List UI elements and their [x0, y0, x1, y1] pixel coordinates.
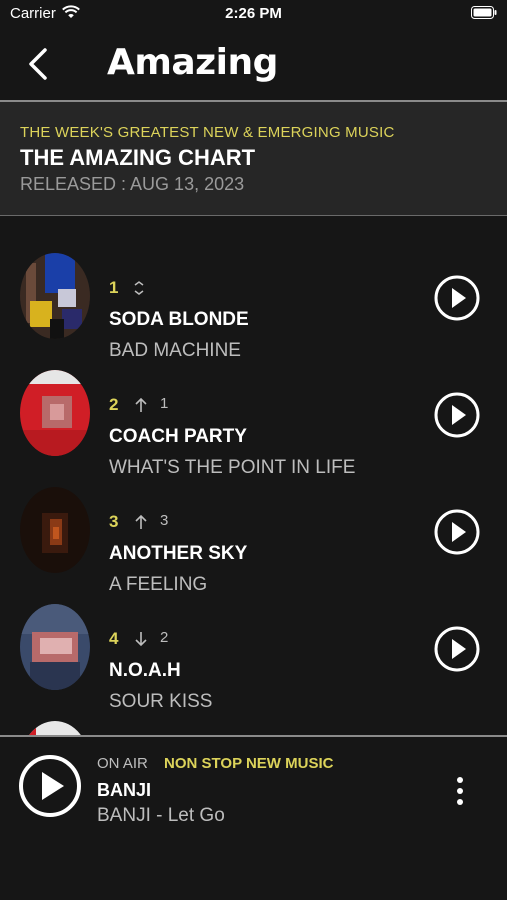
more-options-icon[interactable] — [452, 775, 468, 807]
track-rank: 4 — [109, 629, 119, 648]
station-name: NON STOP NEW MUSIC — [164, 755, 334, 772]
track-artist: ANOTHER SKY — [109, 543, 248, 564]
track-artist: COACH PARTY — [109, 426, 247, 447]
arrow-down-icon — [135, 632, 147, 647]
play-button[interactable] — [434, 392, 480, 438]
play-button[interactable] — [434, 509, 480, 555]
chart-list[interactable]: 1 SODA BLONDE BAD MACHINE 2 1 COACH PART… — [0, 217, 507, 735]
list-item[interactable]: 1 SODA BLONDE BAD MACHINE — [0, 238, 507, 361]
album-art — [20, 604, 90, 690]
chart-title: THE AMAZING CHART — [20, 145, 256, 170]
track-rank: 3 — [109, 512, 119, 531]
chart-release-date: RELEASED : AUG 13, 2023 — [20, 174, 245, 194]
album-art — [20, 487, 90, 573]
arrow-up-icon — [135, 397, 147, 412]
status-time: 2:26 PM — [225, 5, 282, 22]
play-button[interactable] — [434, 275, 480, 321]
list-item[interactable]: 2 1 COACH PARTY WHAT'S THE POINT IN LIFE — [0, 355, 507, 478]
battery-icon — [471, 6, 497, 19]
on-air-label: ON AIR — [97, 755, 148, 772]
album-art — [20, 721, 90, 735]
nav-bar: Amazing — [0, 28, 507, 101]
status-bar: Carrier 2:26 PM — [0, 0, 507, 28]
chart-header: THE WEEK'S GREATEST NEW & EMERGING MUSIC… — [0, 102, 507, 216]
unchanged-icon — [134, 281, 144, 295]
now-playing-track: BANJI - Let Go — [97, 805, 225, 826]
now-playing-bar: ON AIR NON STOP NEW MUSIC BANJI BANJI - … — [0, 737, 507, 900]
track-rank: 1 — [109, 278, 119, 297]
rank-change: 3 — [160, 512, 169, 529]
album-art — [20, 370, 90, 456]
list-item[interactable]: 3 3 ANOTHER SKY A FEELING — [0, 472, 507, 595]
list-item[interactable]: 5 27 — [0, 706, 507, 735]
album-art — [20, 253, 90, 339]
page-title: Amazing — [107, 42, 278, 83]
track-rank: 2 — [109, 395, 119, 414]
chart-tagline: THE WEEK'S GREATEST NEW & EMERGING MUSIC — [20, 124, 395, 141]
list-item[interactable]: 4 2 N.O.A.H SOUR KISS — [0, 589, 507, 712]
back-icon[interactable] — [25, 46, 51, 82]
now-playing-artist: BANJI — [97, 780, 152, 800]
arrow-up-icon — [135, 514, 147, 529]
rank-change: 1 — [160, 395, 169, 412]
track-artist: N.O.A.H — [109, 660, 181, 681]
play-button[interactable] — [18, 754, 82, 818]
track-artist: SODA BLONDE — [109, 309, 249, 330]
play-button[interactable] — [434, 626, 480, 672]
rank-change: 2 — [160, 629, 169, 646]
